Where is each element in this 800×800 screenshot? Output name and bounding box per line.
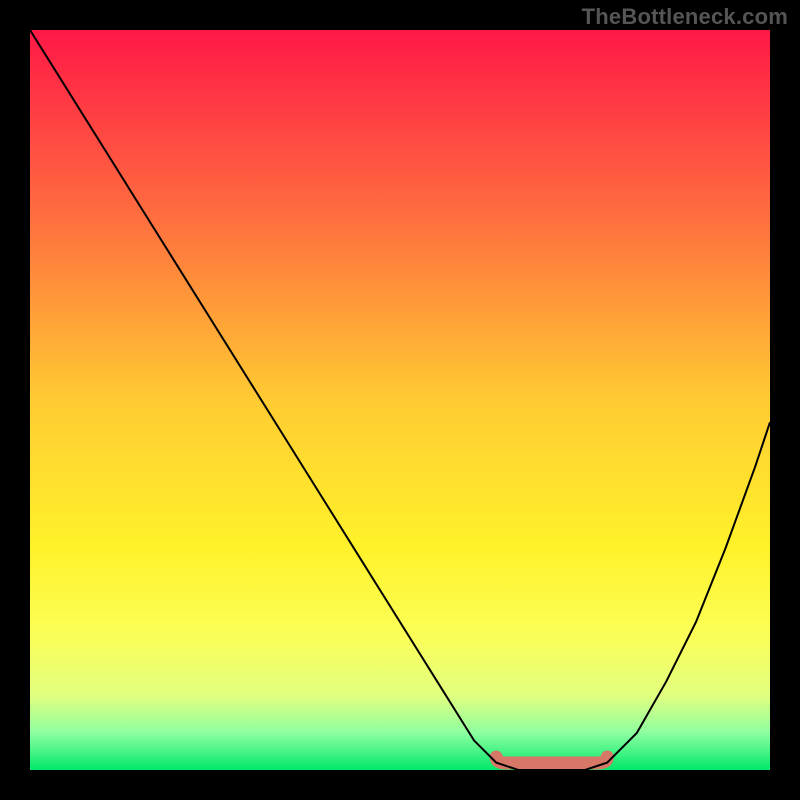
bottleneck-curve — [30, 30, 770, 770]
plot-area — [30, 30, 770, 770]
watermark-text: TheBottleneck.com — [582, 4, 788, 30]
chart-frame: TheBottleneck.com — [0, 0, 800, 800]
